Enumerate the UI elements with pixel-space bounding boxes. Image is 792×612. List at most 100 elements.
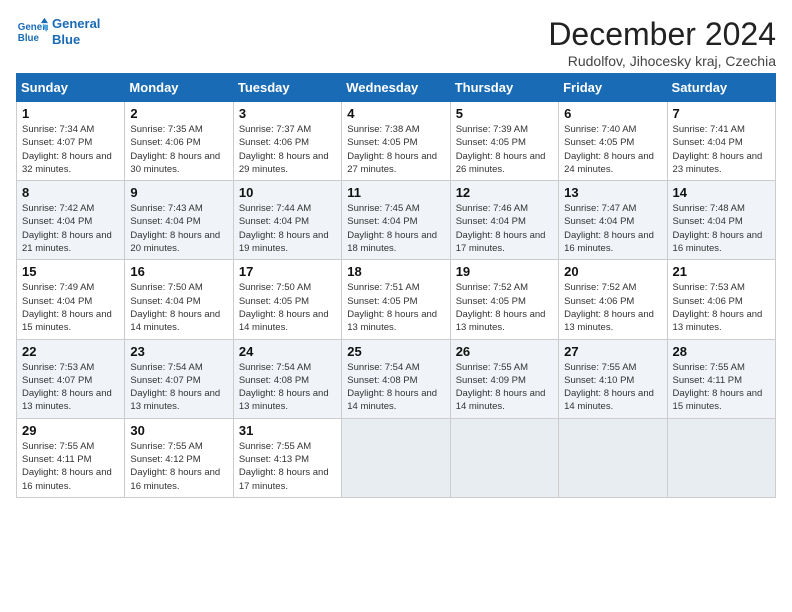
day-number: 13 xyxy=(564,185,661,200)
calendar-cell: 24 Sunrise: 7:54 AM Sunset: 4:08 PM Dayli… xyxy=(233,339,341,418)
calendar-week-2: 8Sunrise: 7:42 AM Sunset: 4:04 PM Daylig… xyxy=(17,181,776,260)
calendar-cell: 13 Sunrise: 7:47 AM Sunset: 4:04 PM Dayli… xyxy=(559,181,667,260)
calendar-cell: 11Sunrise: 7:45 AM Sunset: 4:04 PM Dayli… xyxy=(342,181,450,260)
day-detail: Sunrise: 7:50 AM Sunset: 4:04 PM Dayligh… xyxy=(130,281,227,334)
calendar-cell: 8Sunrise: 7:42 AM Sunset: 4:04 PM Daylig… xyxy=(17,181,125,260)
header-wednesday: Wednesday xyxy=(342,74,450,102)
calendar-cell: 4 Sunrise: 7:38 AM Sunset: 4:05 PM Daylig… xyxy=(342,102,450,181)
day-number: 11 xyxy=(347,185,444,200)
header-tuesday: Tuesday xyxy=(233,74,341,102)
day-detail: Sunrise: 7:55 AM Sunset: 4:11 PM Dayligh… xyxy=(673,361,770,414)
calendar-cell: 23 Sunrise: 7:54 AM Sunset: 4:07 PM Dayli… xyxy=(125,339,233,418)
day-detail: Sunrise: 7:39 AM Sunset: 4:05 PM Dayligh… xyxy=(456,123,553,176)
calendar-cell xyxy=(450,418,558,497)
calendar-cell: 16 Sunrise: 7:50 AM Sunset: 4:04 PM Dayli… xyxy=(125,260,233,339)
logo-icon: General Blue xyxy=(16,16,48,48)
calendar-cell: 14Sunrise: 7:48 AM Sunset: 4:04 PM Dayli… xyxy=(667,181,775,260)
calendar-cell: 10 Sunrise: 7:44 AM Sunset: 4:04 PM Dayli… xyxy=(233,181,341,260)
day-detail: Sunrise: 7:55 AM Sunset: 4:09 PM Dayligh… xyxy=(456,361,553,414)
day-detail: Sunrise: 7:43 AM Sunset: 4:04 PM Dayligh… xyxy=(130,202,227,255)
day-number: 10 xyxy=(239,185,336,200)
calendar-cell xyxy=(342,418,450,497)
day-number: 24 xyxy=(239,344,336,359)
svg-text:General: General xyxy=(18,22,48,33)
calendar-cell: 26 Sunrise: 7:55 AM Sunset: 4:09 PM Dayli… xyxy=(450,339,558,418)
logo-line1: General xyxy=(52,16,100,32)
day-detail: Sunrise: 7:51 AM Sunset: 4:05 PM Dayligh… xyxy=(347,281,444,334)
calendar-cell: 12 Sunrise: 7:46 AM Sunset: 4:04 PM Dayli… xyxy=(450,181,558,260)
calendar-cell: 29 Sunrise: 7:55 AM Sunset: 4:11 PM Dayli… xyxy=(17,418,125,497)
calendar-cell: 28 Sunrise: 7:55 AM Sunset: 4:11 PM Dayli… xyxy=(667,339,775,418)
calendar-cell: 17Sunrise: 7:50 AM Sunset: 4:05 PM Dayli… xyxy=(233,260,341,339)
calendar-cell xyxy=(559,418,667,497)
calendar-week-4: 22Sunrise: 7:53 AM Sunset: 4:07 PM Dayli… xyxy=(17,339,776,418)
calendar-body: 1Sunrise: 7:34 AM Sunset: 4:07 PM Daylig… xyxy=(17,102,776,498)
day-number: 27 xyxy=(564,344,661,359)
day-number: 5 xyxy=(456,106,553,121)
day-number: 19 xyxy=(456,264,553,279)
calendar-cell: 5 Sunrise: 7:39 AM Sunset: 4:05 PM Daylig… xyxy=(450,102,558,181)
day-number: 21 xyxy=(673,264,770,279)
day-number: 4 xyxy=(347,106,444,121)
day-detail: Sunrise: 7:54 AM Sunset: 4:08 PM Dayligh… xyxy=(239,361,336,414)
calendar-week-3: 15 Sunrise: 7:49 AM Sunset: 4:04 PM Dayli… xyxy=(17,260,776,339)
day-detail: Sunrise: 7:38 AM Sunset: 4:05 PM Dayligh… xyxy=(347,123,444,176)
header-saturday: Saturday xyxy=(667,74,775,102)
calendar-cell: 7Sunrise: 7:41 AM Sunset: 4:04 PM Daylig… xyxy=(667,102,775,181)
calendar-week-1: 1Sunrise: 7:34 AM Sunset: 4:07 PM Daylig… xyxy=(17,102,776,181)
day-number: 14 xyxy=(673,185,770,200)
day-number: 6 xyxy=(564,106,661,121)
day-number: 16 xyxy=(130,264,227,279)
calendar-cell: 18 Sunrise: 7:51 AM Sunset: 4:05 PM Dayli… xyxy=(342,260,450,339)
day-detail: Sunrise: 7:46 AM Sunset: 4:04 PM Dayligh… xyxy=(456,202,553,255)
day-detail: Sunrise: 7:37 AM Sunset: 4:06 PM Dayligh… xyxy=(239,123,336,176)
calendar-cell: 20 Sunrise: 7:52 AM Sunset: 4:06 PM Dayli… xyxy=(559,260,667,339)
day-detail: Sunrise: 7:50 AM Sunset: 4:05 PM Dayligh… xyxy=(239,281,336,334)
day-number: 7 xyxy=(673,106,770,121)
calendar-cell: 15 Sunrise: 7:49 AM Sunset: 4:04 PM Dayli… xyxy=(17,260,125,339)
calendar-cell: 9 Sunrise: 7:43 AM Sunset: 4:04 PM Daylig… xyxy=(125,181,233,260)
header-monday: Monday xyxy=(125,74,233,102)
day-number: 2 xyxy=(130,106,227,121)
calendar-cell: 31Sunrise: 7:55 AM Sunset: 4:13 PM Dayli… xyxy=(233,418,341,497)
calendar-cell: 22Sunrise: 7:53 AM Sunset: 4:07 PM Dayli… xyxy=(17,339,125,418)
day-detail: Sunrise: 7:34 AM Sunset: 4:07 PM Dayligh… xyxy=(22,123,119,176)
day-number: 28 xyxy=(673,344,770,359)
day-detail: Sunrise: 7:52 AM Sunset: 4:06 PM Dayligh… xyxy=(564,281,661,334)
day-detail: Sunrise: 7:42 AM Sunset: 4:04 PM Dayligh… xyxy=(22,202,119,255)
calendar-cell: 27 Sunrise: 7:55 AM Sunset: 4:10 PM Dayli… xyxy=(559,339,667,418)
day-number: 12 xyxy=(456,185,553,200)
day-number: 9 xyxy=(130,185,227,200)
day-number: 29 xyxy=(22,423,119,438)
calendar-header-row: SundayMondayTuesdayWednesdayThursdayFrid… xyxy=(17,74,776,102)
day-number: 23 xyxy=(130,344,227,359)
day-detail: Sunrise: 7:55 AM Sunset: 4:10 PM Dayligh… xyxy=(564,361,661,414)
day-detail: Sunrise: 7:55 AM Sunset: 4:11 PM Dayligh… xyxy=(22,440,119,493)
calendar-cell: 2 Sunrise: 7:35 AM Sunset: 4:06 PM Daylig… xyxy=(125,102,233,181)
day-number: 15 xyxy=(22,264,119,279)
calendar-table: SundayMondayTuesdayWednesdayThursdayFrid… xyxy=(16,73,776,498)
day-number: 31 xyxy=(239,423,336,438)
title-block: December 2024 Rudolfov, Jihocesky kraj, … xyxy=(548,16,776,69)
calendar-cell: 6Sunrise: 7:40 AM Sunset: 4:05 PM Daylig… xyxy=(559,102,667,181)
day-detail: Sunrise: 7:49 AM Sunset: 4:04 PM Dayligh… xyxy=(22,281,119,334)
calendar-cell: 1Sunrise: 7:34 AM Sunset: 4:07 PM Daylig… xyxy=(17,102,125,181)
day-number: 20 xyxy=(564,264,661,279)
day-detail: Sunrise: 7:53 AM Sunset: 4:07 PM Dayligh… xyxy=(22,361,119,414)
day-detail: Sunrise: 7:54 AM Sunset: 4:07 PM Dayligh… xyxy=(130,361,227,414)
day-detail: Sunrise: 7:35 AM Sunset: 4:06 PM Dayligh… xyxy=(130,123,227,176)
day-detail: Sunrise: 7:44 AM Sunset: 4:04 PM Dayligh… xyxy=(239,202,336,255)
calendar-cell: 30Sunrise: 7:55 AM Sunset: 4:12 PM Dayli… xyxy=(125,418,233,497)
calendar-week-5: 29 Sunrise: 7:55 AM Sunset: 4:11 PM Dayli… xyxy=(17,418,776,497)
day-number: 30 xyxy=(130,423,227,438)
day-detail: Sunrise: 7:53 AM Sunset: 4:06 PM Dayligh… xyxy=(673,281,770,334)
day-number: 25 xyxy=(347,344,444,359)
day-number: 3 xyxy=(239,106,336,121)
day-detail: Sunrise: 7:54 AM Sunset: 4:08 PM Dayligh… xyxy=(347,361,444,414)
day-number: 26 xyxy=(456,344,553,359)
month-title: December 2024 xyxy=(548,16,776,53)
calendar-cell: 3 Sunrise: 7:37 AM Sunset: 4:06 PM Daylig… xyxy=(233,102,341,181)
location-subtitle: Rudolfov, Jihocesky kraj, Czechia xyxy=(548,53,776,69)
day-number: 18 xyxy=(347,264,444,279)
day-detail: Sunrise: 7:47 AM Sunset: 4:04 PM Dayligh… xyxy=(564,202,661,255)
